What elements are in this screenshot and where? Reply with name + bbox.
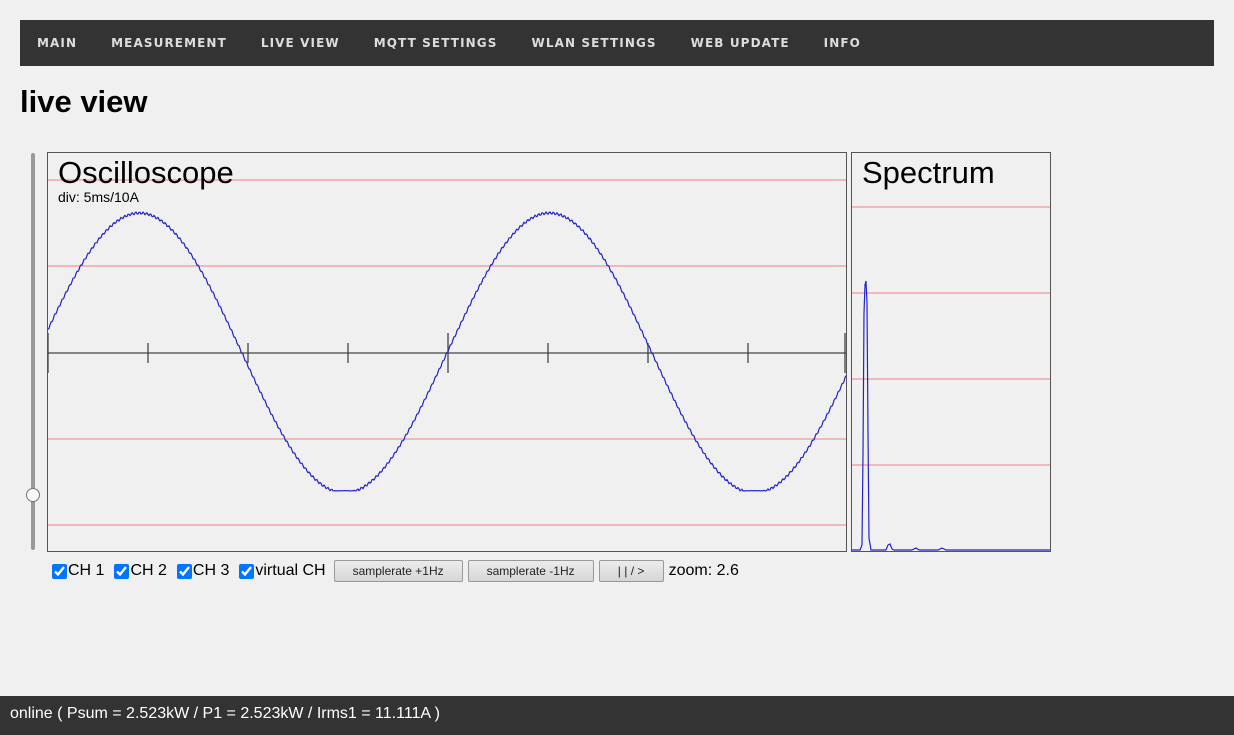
virtual-channel-toggle[interactable]: virtual CH (237, 562, 326, 580)
spectrum-panel: Spectrum (851, 152, 1051, 552)
spectrum-title: Spectrum (862, 155, 995, 190)
nav-bar: MAIN MEASUREMENT LIVE VIEW MQTT SETTINGS… (20, 20, 1214, 66)
oscilloscope-canvas (48, 179, 846, 526)
channel-3-label: CH 3 (192, 562, 230, 579)
oscilloscope-panel: Oscilloscope div: 5ms/10A (47, 152, 847, 552)
channel-2-toggle[interactable]: CH 2 (112, 562, 167, 580)
nav-item-mqtt-settings[interactable]: MQTT SETTINGS (357, 20, 515, 66)
samplerate-minus-button[interactable]: samplerate -1Hz (467, 560, 594, 582)
samplerate-plus-button[interactable]: samplerate +1Hz (333, 560, 463, 582)
zoom-slider-thumb[interactable] (26, 488, 40, 502)
controls-bar: CH 1 CH 2 CH 3 virtual CH samplerate +1H… (50, 560, 739, 582)
nav-item-live-view[interactable]: LIVE VIEW (244, 20, 357, 66)
nav-item-measurement[interactable]: MEASUREMENT (94, 20, 244, 66)
zoom-readout: zoom: 2.6 (668, 562, 739, 579)
channel-3-checkbox[interactable] (176, 563, 192, 579)
spectrum-grid (852, 206, 1050, 466)
page-title: live view (20, 84, 148, 119)
virtual-channel-checkbox[interactable] (239, 563, 255, 579)
channel-1-toggle[interactable]: CH 1 (50, 562, 104, 580)
spectrum-canvas (852, 206, 1050, 551)
channel-3-toggle[interactable]: CH 3 (175, 562, 229, 580)
status-bar: online ( Psum = 2.523kW / P1 = 2.523kW /… (0, 696, 1234, 735)
oscilloscope-title: Oscilloscope (58, 155, 234, 190)
nav-item-wlan-settings[interactable]: WLAN SETTINGS (514, 20, 673, 66)
virtual-channel-label: virtual CH (255, 562, 326, 579)
channel-2-label: CH 2 (130, 562, 167, 579)
channel-1-checkbox[interactable] (52, 563, 67, 579)
pause-play-button[interactable]: | | / > (598, 560, 664, 582)
channel-2-checkbox[interactable] (114, 563, 130, 579)
oscilloscope-trace (48, 210, 846, 492)
nav-item-info[interactable]: INFO (807, 20, 878, 66)
spectrum-trace (852, 280, 1050, 551)
nav-item-main[interactable]: MAIN (20, 20, 94, 66)
division-label: div: 5ms/10A (58, 189, 139, 205)
channel-1-label: CH 1 (68, 562, 105, 579)
nav-item-web-update[interactable]: WEB UPDATE (674, 20, 807, 66)
